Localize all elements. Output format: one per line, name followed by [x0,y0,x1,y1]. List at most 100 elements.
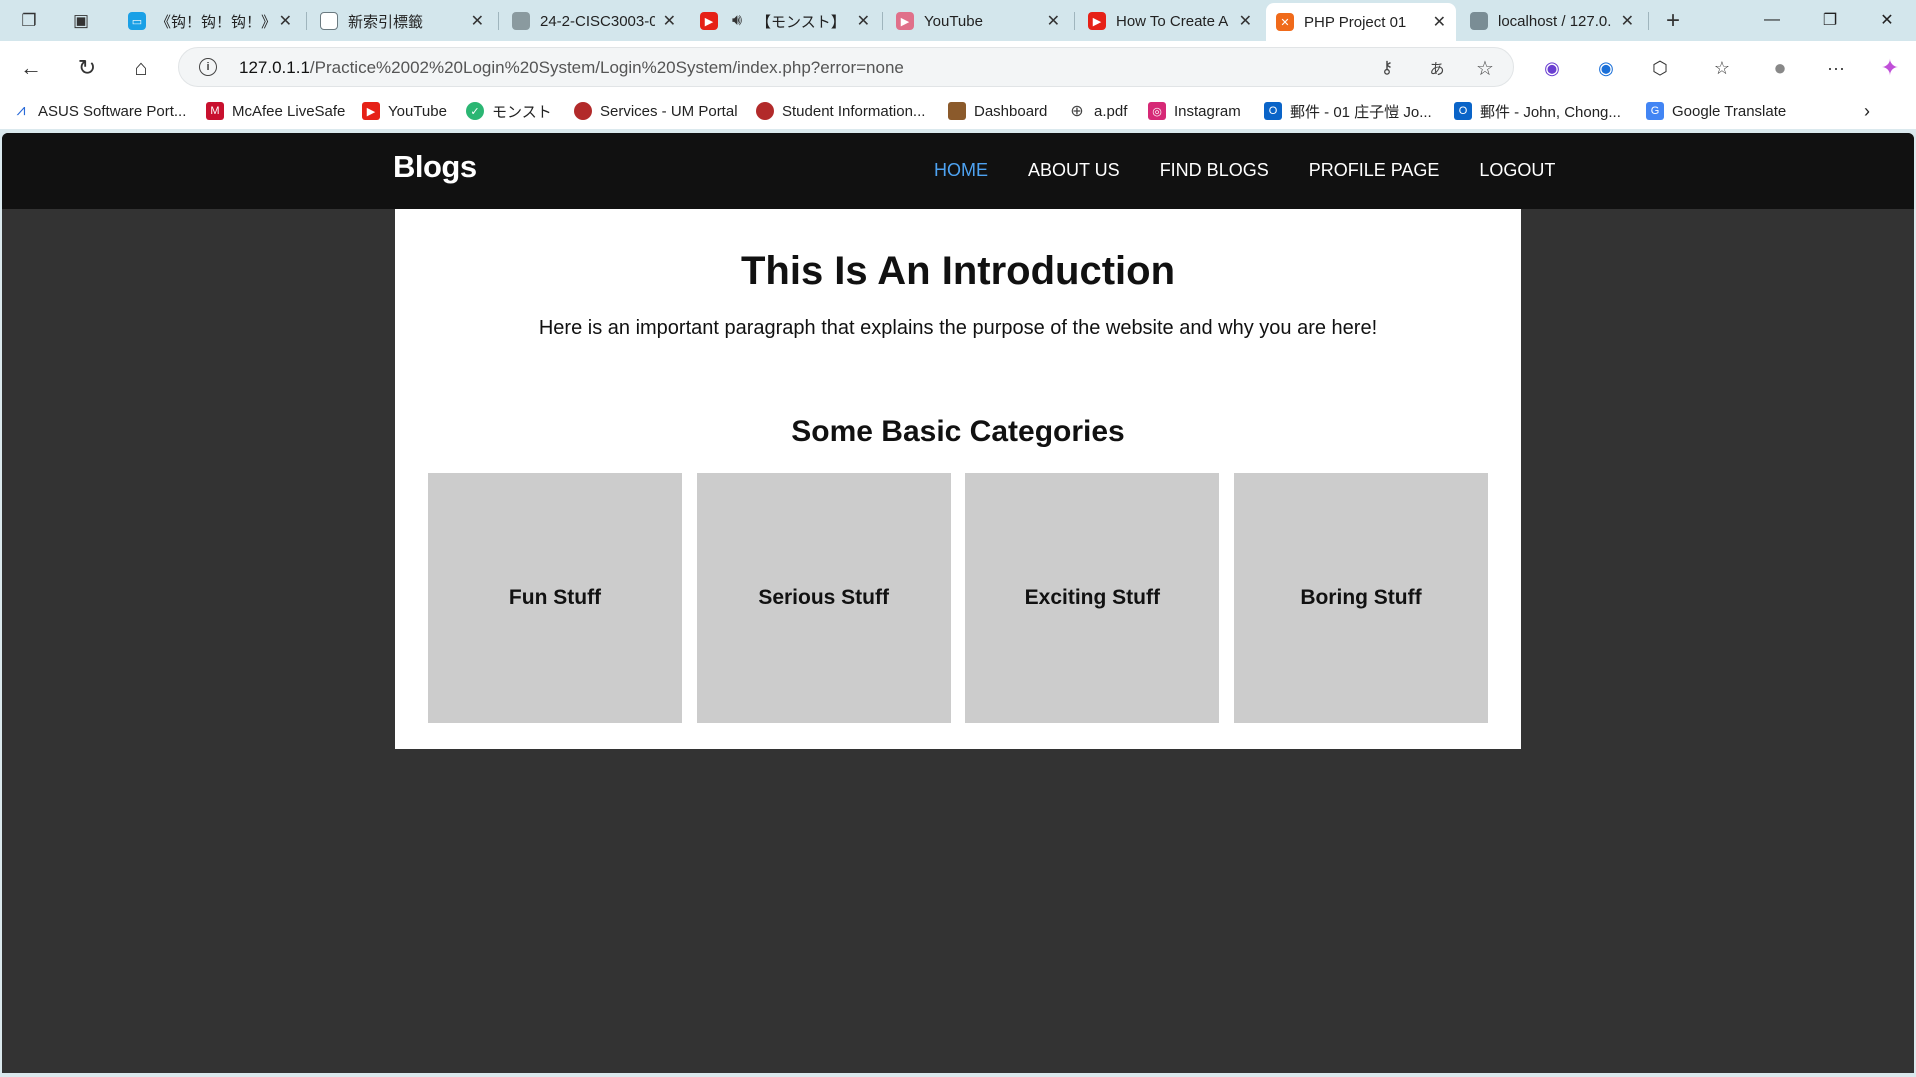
extension-check-icon[interactable]: ◉ [1592,54,1620,82]
close-tab-icon[interactable]: ✕ [1239,11,1252,31]
xampp-icon: ✕ [1276,13,1294,31]
browser-tab[interactable]: 新索引標籤 ✕ [310,3,494,39]
bookmark-item[interactable]: Services - UM Portal [574,99,738,123]
category-card-boring[interactable]: Boring Stuff [1233,473,1488,723]
youtube-icon: ▶ [362,102,380,120]
browser-tab[interactable]: ▶ How To Create A ✕ [1078,3,1262,39]
browser-tab[interactable]: ▶ 🔊︎ 【モンスト】 ✕ [690,3,880,39]
bookmark-label: Dashboard [974,102,1048,120]
intro-title: This Is An Introduction [740,249,1176,293]
close-window-icon[interactable]: ✕ [1858,0,1916,40]
translate-icon[interactable]: あ [1425,56,1449,80]
tab-separator [1074,12,1075,30]
bookmark-item[interactable]: Dashboard [948,99,1047,123]
bookmark-label: McAfee LiveSafe [232,102,346,120]
tab-label: 《钩！钩！钩！》 [156,13,271,31]
bookmark-label: Instagram [1174,102,1241,120]
nav-home[interactable]: HOME [934,160,988,181]
close-tab-icon[interactable]: ✕ [1433,12,1446,32]
monst-icon: ✓ [466,102,484,120]
favorites-icon[interactable]: ☆ [1708,54,1736,82]
browser-tab[interactable]: ▭ 《钩！钩！钩！》 ✕ [118,3,302,39]
um-portal-icon [574,102,592,120]
browser-tab-active[interactable]: ✕ PHP Project 01 ✕ [1266,3,1456,41]
youtube-icon: ▶ [700,12,718,30]
tab-separator [306,12,307,30]
asus-icon: ⩘ [16,102,26,119]
back-icon[interactable]: ← [14,51,48,85]
bookmarks-bar: ⩘ ASUS Software Port... M McAfee LiveSafe … [0,93,1916,129]
site-brand[interactable]: Blogs [393,149,477,185]
close-tab-icon[interactable]: ✕ [1621,11,1634,31]
bookmarks-overflow-icon[interactable]: › [1864,99,1870,123]
bookmark-item[interactable]: ✓ モンスト [466,99,552,123]
phpmyadmin-icon [1470,12,1488,30]
close-tab-icon[interactable]: ✕ [857,11,870,31]
bookmark-label: 郵件 - 01 庄子愷 Jo... [1290,103,1432,121]
bookmark-item[interactable]: Student Information... [756,99,925,123]
workspaces-icon[interactable]: ❐ [16,8,42,34]
more-options-icon[interactable]: ··· [1822,54,1850,82]
youtube-icon: ▶ [1088,12,1106,30]
extension-u-icon[interactable]: ◉ [1538,54,1566,82]
bookmark-label: Services - UM Portal [600,102,738,120]
category-card-serious[interactable]: Serious Stuff [696,473,951,723]
bookmark-item[interactable]: O 郵件 - 01 庄子愷 Jo... [1264,99,1432,123]
browser-tab[interactable]: localhost / 127.0. ✕ [1460,3,1644,39]
site-navbar: Blogs HOME ABOUT US FIND BLOGS PROFILE P… [2,133,1914,209]
url-text[interactable]: 127.0.1.1/Practice%2002%20Login%20System… [239,58,904,78]
key-icon[interactable]: ⚷ [1375,56,1399,80]
extensions-icon[interactable]: ⬡ [1646,54,1674,82]
tab-label: 【モンスト】 [756,13,846,31]
bookmark-label: ASUS Software Port... [38,102,187,120]
outlook-icon: O [1454,102,1472,120]
url-path: /Practice%2002%20Login%20System/Login%20… [309,58,904,77]
close-tab-icon[interactable]: ✕ [663,11,676,31]
tab-label: YouTube [924,12,983,30]
bookmark-item[interactable]: M McAfee LiveSafe [206,99,345,123]
category-card-fun[interactable]: Fun Stuff [428,473,682,723]
nav-about-us[interactable]: ABOUT US [1028,160,1120,181]
refresh-icon[interactable]: ↻ [70,51,104,85]
home-icon[interactable]: ⌂ [124,51,158,85]
tab-label: How To Create A [1116,12,1229,30]
tab-actions-icon[interactable]: ▣ [68,8,94,34]
speaker-icon[interactable]: 🔊︎ [728,12,746,30]
address-bar[interactable]: i 127.0.1.1/Practice%2002%20Login%20Syst… [178,47,1514,87]
site-menu: HOME ABOUT US FIND BLOGS PROFILE PAGE LO… [892,160,1555,181]
restore-icon[interactable]: ❐ [1801,0,1859,40]
intro-paragraph: Here is an important paragraph that expl… [538,317,1378,339]
tab-label: 新索引標籤 [348,13,424,31]
close-tab-icon[interactable]: ✕ [279,11,292,31]
category-cards: Fun Stuff Serious Stuff Exciting Stuff B… [428,473,1488,723]
nav-profile-page[interactable]: PROFILE PAGE [1309,160,1440,181]
dashboard-icon [948,102,966,120]
page-viewport: Blogs HOME ABOUT US FIND BLOGS PROFILE P… [2,133,1914,1073]
bookmark-item[interactable]: G Google Translate [1646,99,1786,123]
browser-tab[interactable]: 24-2-CISC3003-0 ✕ [502,3,686,39]
tab-label: PHP Project 01 [1304,13,1407,31]
nav-logout[interactable]: LOGOUT [1479,160,1555,181]
close-tab-icon[interactable]: ✕ [1047,11,1060,31]
copilot-icon[interactable]: ✦ [1876,54,1904,82]
site-info-icon[interactable]: i [199,58,217,76]
bookmark-item[interactable]: O 郵件 - John, Chong... [1454,99,1621,123]
tv-icon: ▭ [128,12,146,30]
new-tab-icon[interactable]: + [1660,7,1686,34]
globe-icon: ⊕ [1070,103,1084,120]
main-content: This Is An Introduction Here is an impor… [395,209,1521,749]
bookmark-item[interactable]: ⊕ a.pdf [1068,99,1127,123]
category-card-exciting[interactable]: Exciting Stuff [965,473,1220,723]
favorite-star-icon[interactable]: ☆ [1473,56,1497,80]
profile-avatar-icon[interactable]: ● [1766,54,1794,82]
bookmark-item[interactable]: ⩘ ASUS Software Port... [12,99,186,123]
browser-tab[interactable]: ▶ YouTube ✕ [886,3,1070,39]
bookmark-item[interactable]: ◎ Instagram [1148,99,1241,123]
nav-find-blogs[interactable]: FIND BLOGS [1160,160,1269,181]
minimize-icon[interactable]: — [1743,0,1801,40]
bookmark-item[interactable]: ▶ YouTube [362,99,447,123]
close-tab-icon[interactable]: ✕ [471,11,484,31]
tab-separator [882,12,883,30]
youtube-icon: ▶ [896,12,914,30]
tab-label: 24-2-CISC3003-0 [540,12,655,30]
